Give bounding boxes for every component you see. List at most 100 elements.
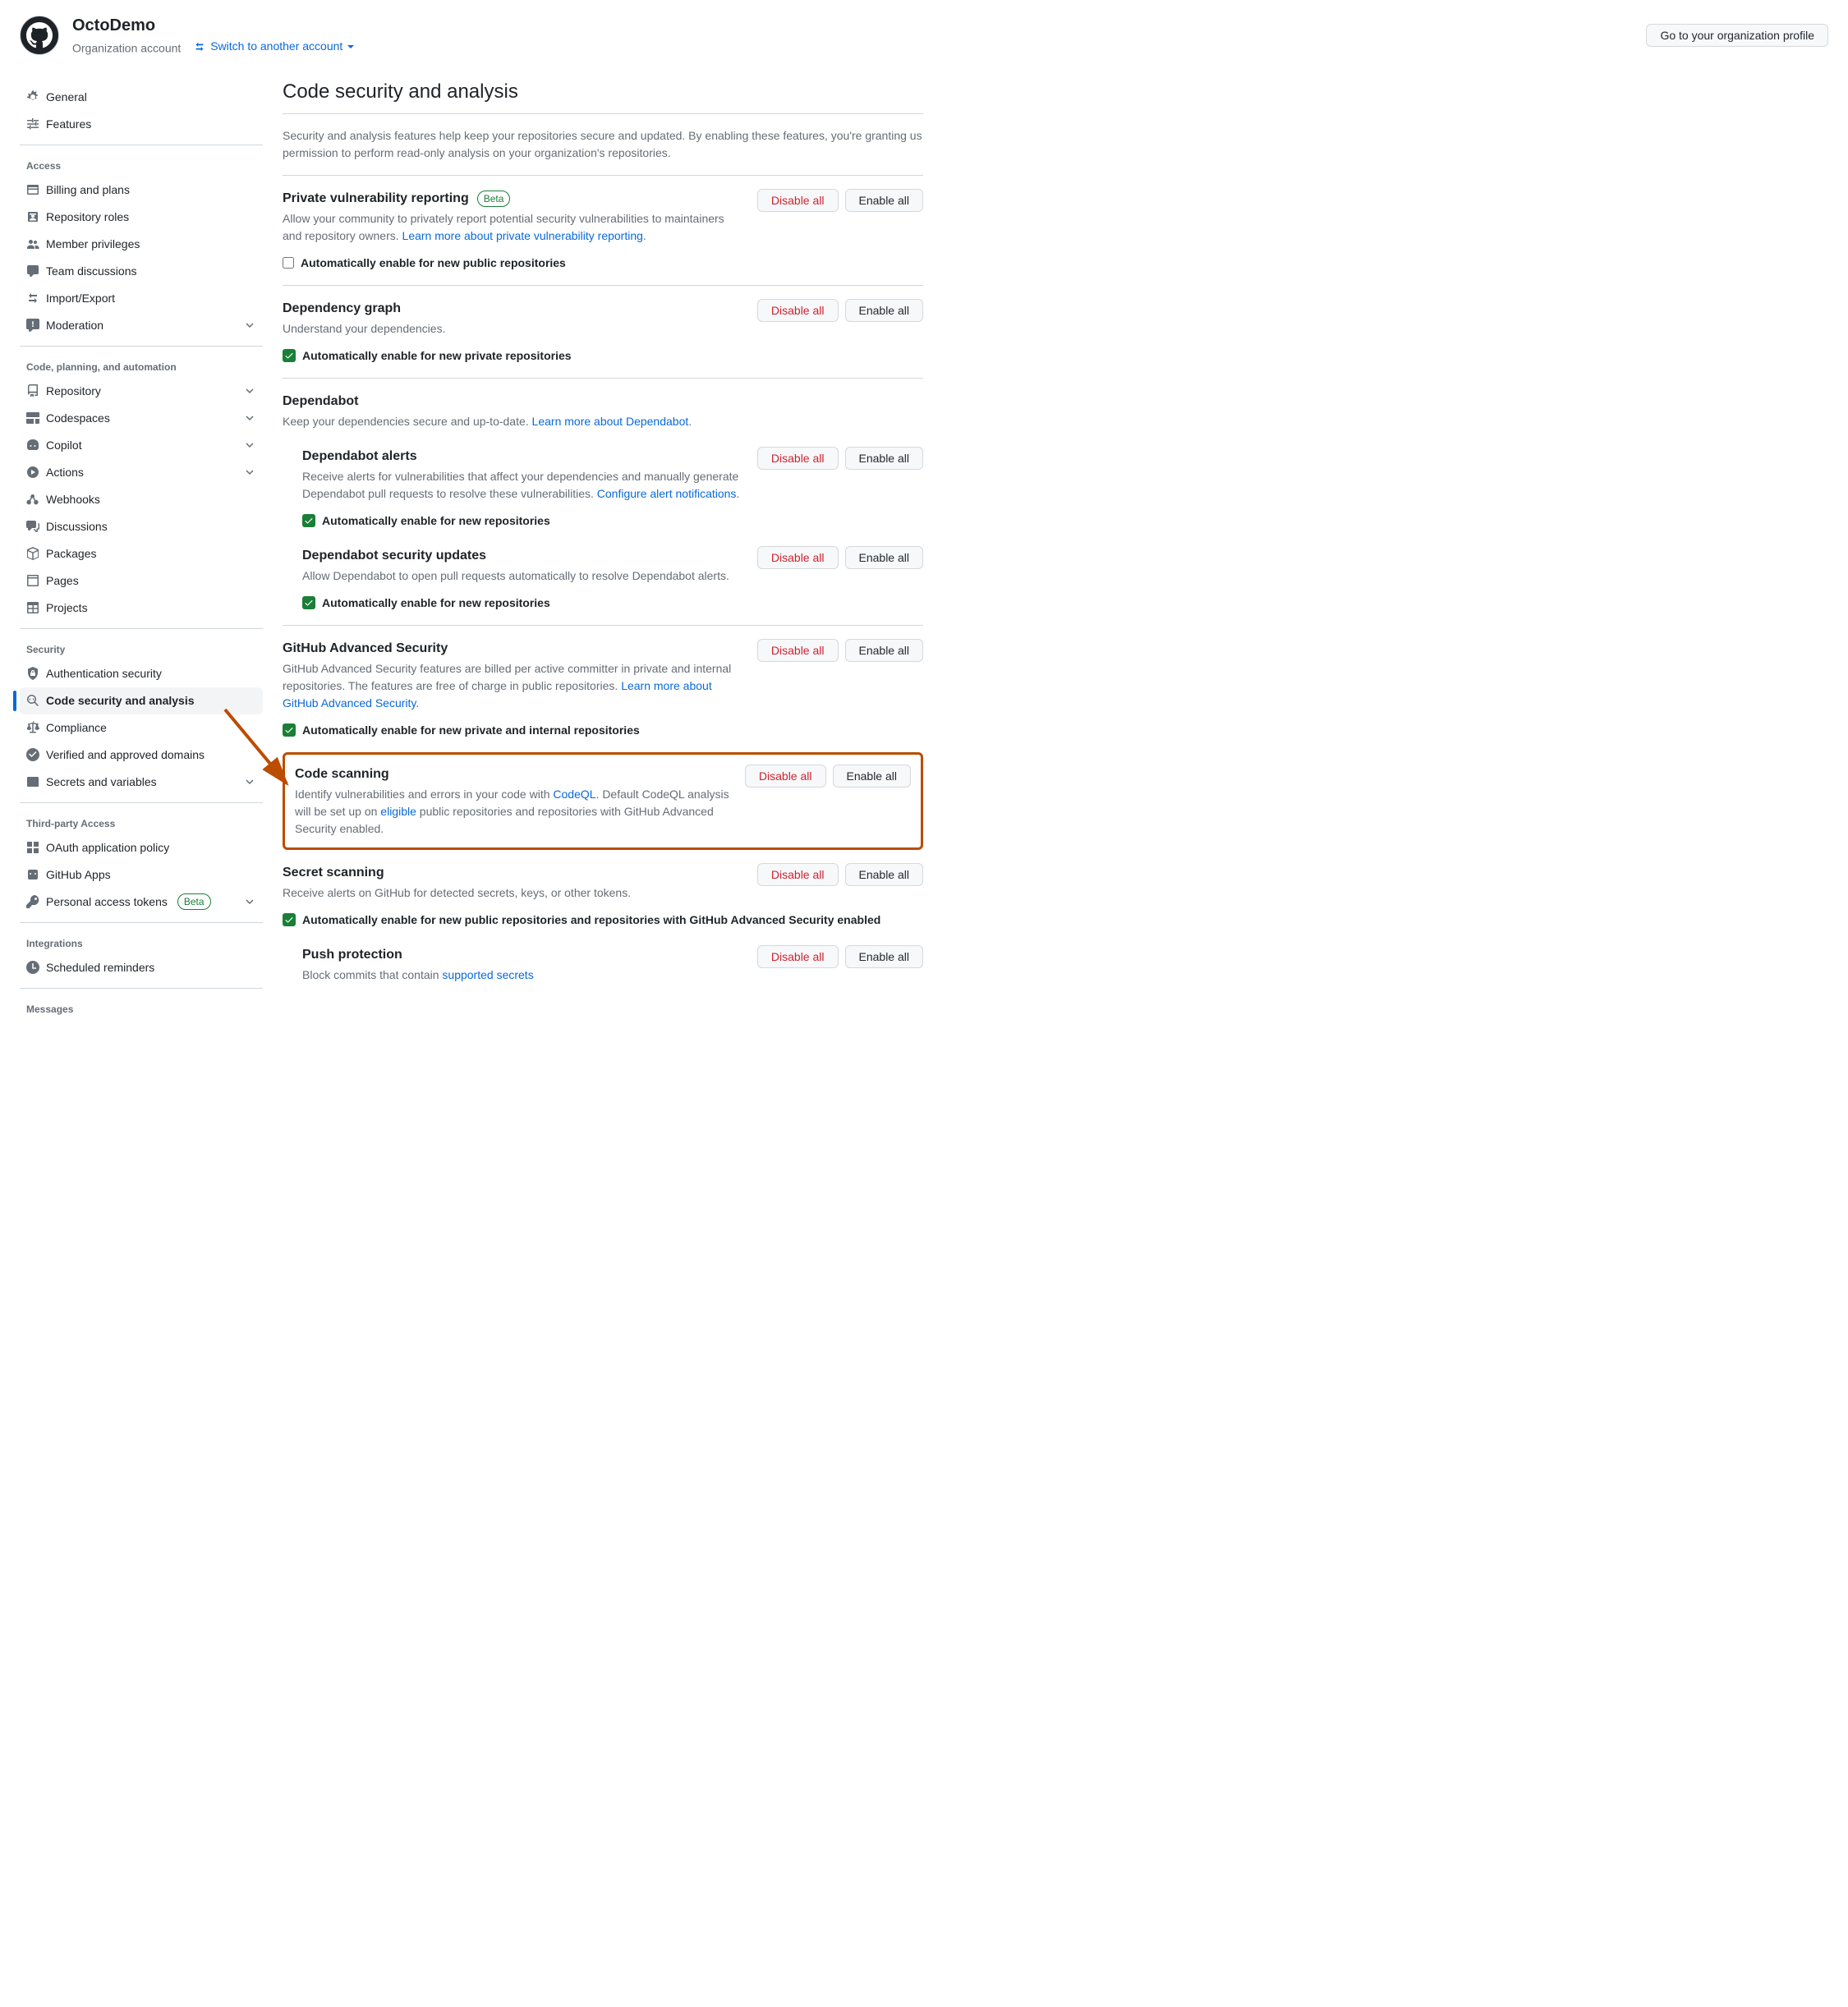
chevron-down-icon [243, 775, 256, 788]
enable-all-button[interactable]: Enable all [845, 639, 924, 662]
sidebar-item-personal-access-tokens[interactable]: Personal access tokens Beta [20, 889, 263, 916]
subsection-title: Dependabot alerts [302, 447, 744, 466]
sidebar-item-label: Actions [46, 464, 84, 481]
learn-more-dependabot-link[interactable]: Learn more about Dependabot [532, 415, 689, 428]
enable-all-button[interactable]: Enable all [845, 447, 924, 470]
sidebar-item-billing-and-plans[interactable]: Billing and plans [20, 177, 263, 204]
sidebar-item-moderation[interactable]: Moderation [20, 312, 263, 339]
sidebar-item-discussions[interactable]: Discussions [20, 513, 263, 540]
chevron-down-icon [243, 411, 256, 425]
sidebar-item-code-security-and-analysis[interactable]: Code security and analysis [20, 687, 263, 714]
org-type: Organization account [72, 42, 181, 55]
sidebar-item-label: Verified and approved domains [46, 746, 205, 764]
sidebar-item-label: Pages [46, 572, 79, 590]
disable-all-button[interactable]: Disable all [745, 765, 826, 788]
sidebar-item-verified-and-approved-domains[interactable]: Verified and approved domains [20, 742, 263, 769]
enable-all-button[interactable]: Enable all [833, 765, 912, 788]
divider [283, 175, 923, 176]
sidebar-item-authentication-security[interactable]: Authentication security [20, 660, 263, 687]
enable-all-button[interactable]: Enable all [845, 546, 924, 569]
disable-all-button[interactable]: Disable all [757, 299, 839, 322]
sidebar-item-secrets-and-variables[interactable]: Secrets and variables [20, 769, 263, 796]
enable-all-button[interactable]: Enable all [845, 945, 924, 968]
chevron-down-icon [243, 895, 256, 908]
section-title-text: Dependency graph [283, 299, 744, 319]
sidebar-item-oauth-application-policy[interactable]: OAuth application policy [20, 834, 263, 861]
page-intro: Security and analysis features help keep… [283, 127, 923, 162]
sidebar-item-pages[interactable]: Pages [20, 567, 263, 595]
sidebar-item-codespaces[interactable]: Codespaces [20, 405, 263, 432]
codeql-link[interactable]: CodeQL [553, 788, 595, 801]
sidebar-item-label: General [46, 89, 87, 106]
sidebar-item-features[interactable]: Features [20, 111, 263, 138]
apps-icon [26, 841, 39, 854]
sidebar-item-scheduled-reminders[interactable]: Scheduled reminders [20, 954, 263, 981]
sidebar-item-label: Team discussions [46, 263, 137, 280]
disable-all-button[interactable]: Disable all [757, 189, 839, 212]
sidebar-item-label: Billing and plans [46, 181, 130, 199]
sidebar-item-general[interactable]: General [20, 84, 263, 111]
supported-secrets-link[interactable]: supported secrets [442, 968, 533, 981]
disable-all-button[interactable]: Disable all [757, 863, 839, 886]
disable-all-button[interactable]: Disable all [757, 447, 839, 470]
report-icon [26, 319, 39, 332]
chevron-down-icon [243, 466, 256, 479]
sidebar-item-repository-roles[interactable]: Repository roles [20, 204, 263, 231]
sidebar-item-label: Code security and analysis [46, 692, 195, 710]
discussion-icon [26, 520, 39, 533]
disable-all-button[interactable]: Disable all [757, 945, 839, 968]
section-title-text: GitHub Advanced Security [283, 639, 744, 659]
auto-enable-alerts-checkbox[interactable] [302, 514, 315, 527]
settings-sidebar: General Features Access Billing and plan… [20, 77, 263, 1026]
sidebar-item-label: Compliance [46, 719, 107, 737]
enable-all-button[interactable]: Enable all [845, 189, 924, 212]
auto-enable-updates-checkbox[interactable] [302, 596, 315, 609]
subsection-desc: Block commits that contain supported sec… [302, 967, 744, 984]
codescan-icon [26, 694, 39, 707]
comment-icon [26, 264, 39, 278]
section-desc: Understand your dependencies. [283, 320, 744, 338]
section-title-text: Dependabot [283, 392, 923, 411]
sidebar-item-packages[interactable]: Packages [20, 540, 263, 567]
check-icon [284, 351, 294, 361]
auto-enable-ghas-checkbox[interactable] [283, 723, 296, 737]
go-to-profile-button[interactable]: Go to your organization profile [1646, 24, 1828, 47]
page-title: Code security and analysis [283, 77, 923, 114]
org-info: OctoDemo Organization account Switch to … [20, 13, 354, 57]
sidebar-item-repository[interactable]: Repository [20, 378, 263, 405]
check-icon [304, 598, 314, 608]
subsection-push-protection: Push protection Block commits that conta… [302, 945, 923, 984]
eligible-link[interactable]: eligible [380, 805, 416, 818]
beta-badge: Beta [477, 191, 511, 207]
checkbox-label: Automatically enable for new private rep… [302, 347, 572, 365]
key-asterisk-icon [26, 775, 39, 788]
sidebar-item-actions[interactable]: Actions [20, 459, 263, 486]
sidebar-item-projects[interactable]: Projects [20, 595, 263, 622]
sidebar-item-label: Projects [46, 599, 88, 617]
disable-all-button[interactable]: Disable all [757, 546, 839, 569]
learn-more-pvr-link[interactable]: Learn more about private vulnerability r… [402, 229, 643, 242]
auto-enable-pvr-checkbox[interactable] [283, 257, 294, 269]
sidebar-item-import-export[interactable]: Import/Export [20, 285, 263, 312]
section-dependabot: Dependabot Keep your dependencies secure… [283, 379, 923, 626]
switch-account-link[interactable]: Switch to another account [194, 38, 354, 55]
sidebar-item-label: Discussions [46, 518, 108, 535]
enable-all-button[interactable]: Enable all [845, 299, 924, 322]
sidebar-item-member-privileges[interactable]: Member privileges [20, 231, 263, 258]
configure-alerts-link[interactable]: Configure alert notifications [597, 487, 737, 500]
check-icon [304, 516, 314, 526]
checkbox-label: Automatically enable for new public repo… [301, 255, 566, 272]
checkbox-label: Automatically enable for new repositorie… [322, 512, 550, 530]
auto-enable-secretscan-checkbox[interactable] [283, 913, 296, 926]
disable-all-button[interactable]: Disable all [757, 639, 839, 662]
sidebar-item-webhooks[interactable]: Webhooks [20, 486, 263, 513]
sidebar-item-github-apps[interactable]: GitHub Apps [20, 861, 263, 889]
auto-enable-depgraph-checkbox[interactable] [283, 349, 296, 362]
sidebar-item-team-discussions[interactable]: Team discussions [20, 258, 263, 285]
sidebar-item-label: Repository roles [46, 209, 129, 226]
section-title-text: Code scanning [295, 765, 732, 784]
sidebar-item-compliance[interactable]: Compliance [20, 714, 263, 742]
enable-all-button[interactable]: Enable all [845, 863, 924, 886]
subsection-title: Push protection [302, 945, 744, 965]
sidebar-item-copilot[interactable]: Copilot [20, 432, 263, 459]
